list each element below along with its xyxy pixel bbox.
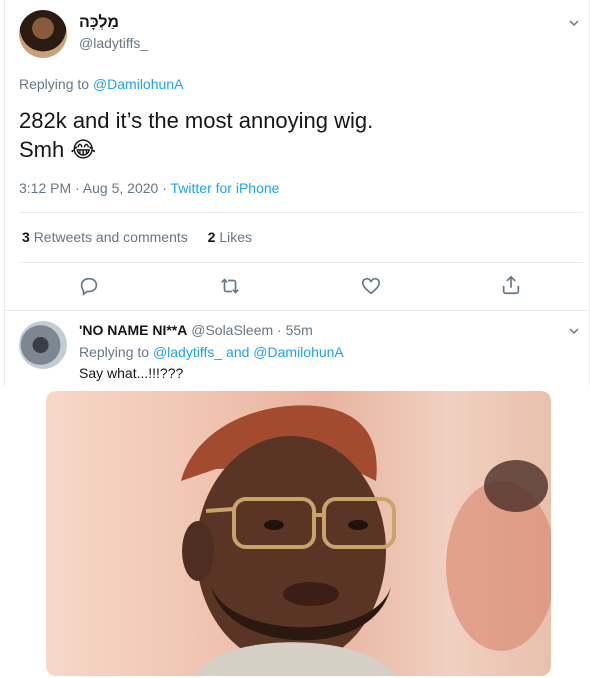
reply-replying-to-link-1[interactable]: @ladytiffs_ (153, 344, 222, 360)
retweets-count: 3 (22, 229, 30, 245)
divider (4, 310, 588, 311)
tweet-text-line1: 282k and it’s the most annoying wig. (19, 108, 374, 133)
reply-replying-prefix: Replying to (79, 344, 150, 360)
replying-to-line: Replying to @DamilohunA (19, 76, 183, 92)
reply-and-text: and (226, 344, 250, 360)
laughing-emoji-icon: 😂 (70, 137, 97, 162)
reply-display-name[interactable]: 'NO NAME NI**A (79, 322, 187, 338)
reply-text: Say what...!!!??? (79, 365, 184, 381)
tweet-source[interactable]: Twitter for iPhone (171, 180, 280, 196)
divider (19, 262, 583, 263)
reply-icon[interactable] (78, 275, 100, 297)
chevron-down-icon[interactable] (568, 17, 580, 29)
likes-stat[interactable]: 2 Likes (208, 229, 252, 245)
reply-replying-to-line: Replying to @ladytiffs_ and @DamilohunA (79, 344, 344, 360)
stats-row: 3 Retweets and comments 2 Likes (22, 229, 252, 245)
reply-replying-to-link-2[interactable]: @DamilohunA (253, 344, 343, 360)
reply-time[interactable]: · 55m (273, 322, 313, 338)
replying-prefix: Replying to (19, 76, 90, 92)
tweet-text: 282k and it’s the most annoying wig. Smh… (19, 106, 373, 164)
retweets-stat[interactable]: 3 Retweets and comments (22, 229, 188, 245)
reply-avatar[interactable] (19, 321, 67, 369)
tweet-timestamp-row: 3:12 PM · Aug 5, 2020 · Twitter for iPho… (19, 180, 279, 196)
likes-count: 2 (207, 229, 216, 245)
divider (19, 212, 583, 213)
retweets-label: Retweets and comments (33, 229, 188, 245)
user-handle[interactable]: @ladytiffs_ (79, 35, 148, 51)
chevron-down-icon[interactable] (568, 325, 580, 337)
retweet-icon[interactable] (219, 275, 241, 297)
tweet-text-line2: Smh 😂 (19, 135, 373, 164)
display-name[interactable]: מַלְכָּה (79, 14, 119, 32)
avatar[interactable] (19, 10, 67, 58)
reply-header: 'NO NAME NI**A @SolaSleem · 55m (79, 322, 313, 338)
replying-to-link[interactable]: @DamilohunA (93, 76, 183, 92)
share-icon[interactable] (500, 274, 522, 296)
media-image[interactable] (46, 391, 551, 676)
likes-label: Likes (219, 229, 253, 245)
like-icon[interactable] (360, 275, 382, 297)
reply-handle[interactable]: @SolaSleem (191, 322, 273, 338)
meme-photo-illustration (181, 405, 551, 676)
tweet-text-smh: Smh (19, 137, 65, 162)
tweet-timestamp[interactable]: 3:12 PM · Aug 5, 2020 · (19, 180, 171, 196)
